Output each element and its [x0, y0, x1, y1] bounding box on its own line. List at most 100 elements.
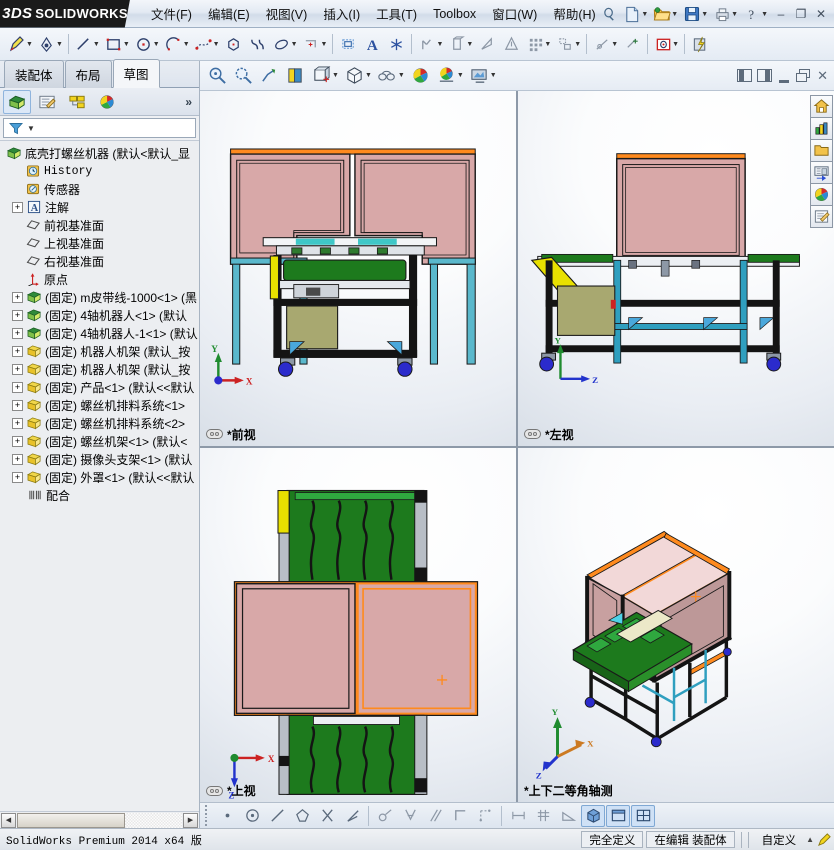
help-dropdown-icon[interactable]: ▼ — [761, 11, 768, 18]
help-question-icon[interactable]: ? — [741, 3, 763, 25]
expand-plus-icon[interactable]: + — [12, 471, 23, 483]
save-icon[interactable] — [681, 3, 703, 25]
grid-display-icon[interactable] — [531, 805, 555, 827]
sketch-dropdown-icon[interactable]: ▼ — [26, 41, 33, 48]
view-settings-icon[interactable] — [467, 63, 492, 89]
move-dropdown-icon[interactable]: ▼ — [574, 41, 581, 48]
menu-view[interactable]: 视图(V) — [259, 1, 315, 26]
hscroll-thumb[interactable] — [17, 812, 125, 828]
polygon-icon[interactable] — [222, 31, 246, 57]
menu-insert[interactable]: 插入(I) — [316, 1, 367, 26]
tree-item[interactable]: + A 注解 — [2, 198, 199, 216]
relations-dropdown-icon[interactable]: ▼ — [436, 41, 443, 48]
expand-plus-icon[interactable]: + — [12, 453, 23, 465]
expand-plus-icon[interactable]: + — [12, 327, 23, 339]
tree-item[interactable]: + (固定) 外罩<1> (默认<<默认 — [2, 468, 199, 486]
section-view-icon[interactable] — [283, 63, 308, 89]
tree-item[interactable]: + (固定) 4轴机器人<1> (默认 — [2, 306, 199, 324]
new-document-dropdown-icon[interactable]: ▼ — [641, 11, 648, 18]
single-view-icon[interactable] — [606, 804, 630, 827]
previous-view-icon[interactable] — [257, 63, 282, 89]
filter-dropdown-icon[interactable]: ▼ — [27, 124, 35, 133]
tree-item[interactable]: ⌐上视基准面 — [2, 234, 199, 252]
four-view-icon[interactable] — [631, 804, 655, 827]
expand-plus-icon[interactable]: + — [12, 363, 23, 375]
view-settings-dropdown-icon[interactable]: ▼ — [490, 72, 497, 79]
expand-plus-icon[interactable]: + — [12, 399, 23, 411]
display-style-icon[interactable] — [342, 63, 367, 89]
custom-properties-icon[interactable] — [809, 205, 833, 228]
point-snap-icon[interactable] — [215, 805, 239, 827]
view-orientation-icon[interactable] — [309, 63, 334, 89]
status-units[interactable]: 自定义 — [752, 832, 807, 848]
expand-plus-icon[interactable]: + — [12, 201, 23, 213]
expand-plus-icon[interactable]: + — [12, 291, 23, 303]
save-dropdown-icon[interactable]: ▼ — [701, 11, 708, 18]
sketch-fillet-icon[interactable] — [246, 31, 270, 57]
tree-item[interactable]: ⌐History — [2, 162, 199, 180]
parallel-snap-icon[interactable] — [423, 805, 447, 827]
horizontal-vertical-snap-icon[interactable] — [448, 805, 472, 827]
feature-manager-tree-icon[interactable] — [3, 89, 31, 114]
display-manager-icon[interactable] — [93, 90, 121, 114]
tab-assembly[interactable]: 装配体 — [4, 60, 64, 88]
minimize-button[interactable]: – — [772, 5, 790, 23]
tile-left-icon[interactable] — [737, 69, 753, 82]
tab-layout[interactable]: 布局 — [64, 60, 112, 88]
feature-filter-bar[interactable]: ▼ — [3, 118, 196, 138]
menu-toolbox[interactable]: Toolbox — [426, 4, 483, 24]
menu-tools[interactable]: 工具(T) — [369, 1, 424, 26]
line-dropdown-icon[interactable]: ▼ — [93, 41, 100, 48]
pattern-dropdown-icon[interactable]: ▼ — [544, 41, 551, 48]
convert-entities-icon[interactable] — [499, 31, 523, 57]
rectangle-dropdown-icon[interactable]: ▼ — [123, 41, 130, 48]
menu-file[interactable]: 文件(F) — [144, 1, 199, 26]
repair-dropdown-icon[interactable]: ▼ — [466, 41, 473, 48]
angle-measure-icon[interactable] — [556, 805, 580, 827]
tree-item[interactable]: + (固定) m皮带线-1000<1> (黑 — [2, 288, 199, 306]
tangent-snap-icon[interactable] — [373, 805, 397, 827]
center-point-icon[interactable] — [240, 805, 264, 827]
tab-sketch[interactable]: 草图 — [112, 59, 160, 88]
spline-dropdown-icon[interactable]: ▼ — [213, 41, 220, 48]
tree-item[interactable]: ⌐右视基准面 — [2, 252, 199, 270]
display-state-dropdown-icon[interactable]: ▼ — [672, 41, 679, 48]
dimension-dropdown-icon[interactable]: ▼ — [56, 41, 63, 48]
tree-item[interactable]: + (固定) 螺丝机排料系统<2> — [2, 414, 199, 432]
rapid-sketch-icon[interactable] — [620, 31, 644, 57]
tree-item[interactable]: + (固定) 机器人机架 (默认_按 — [2, 342, 199, 360]
view-palette-icon[interactable] — [809, 161, 833, 184]
view-orientation-dropdown-icon[interactable]: ▼ — [332, 72, 339, 79]
minimize-viewport-icon[interactable] — [777, 69, 791, 83]
property-manager-icon[interactable] — [33, 90, 61, 114]
tile-right-icon[interactable] — [757, 69, 773, 82]
intersection-snap-icon[interactable] — [315, 805, 339, 827]
dimension-snap-icon[interactable] — [506, 805, 530, 827]
point-icon[interactable] — [384, 31, 408, 57]
file-explorer-folder-icon[interactable] — [809, 139, 833, 162]
line-snap-icon[interactable] — [265, 805, 289, 827]
expand-plus-icon[interactable]: + — [12, 417, 23, 429]
zoom-to-area-icon[interactable] — [231, 63, 256, 89]
expand-plus-icon[interactable]: + — [12, 345, 23, 357]
tree-item[interactable]: + (固定) 产品<1> (默认<<默认 — [2, 378, 199, 396]
sw-resources-home-icon[interactable] — [809, 95, 833, 118]
scroll-right-button[interactable]: ▶ — [183, 812, 198, 828]
pin-icon[interactable] — [598, 3, 620, 25]
expand-panel-chevron-icon[interactable]: » — [185, 95, 192, 109]
insert-text-icon[interactable]: A — [360, 31, 384, 57]
shaded-display-icon[interactable] — [581, 804, 605, 827]
menu-window[interactable]: 窗口(W) — [485, 1, 544, 26]
apply-scene-icon[interactable] — [434, 63, 459, 89]
tree-item[interactable]: + (固定) 4轴机器人-1<1> (默认 — [2, 324, 199, 342]
expand-plus-icon[interactable]: + — [12, 309, 23, 321]
open-document-icon[interactable] — [651, 3, 673, 25]
ellipse-dropdown-icon[interactable]: ▼ — [291, 41, 298, 48]
offset-entities-icon[interactable] — [336, 31, 360, 57]
tree-item[interactable]: + (固定) 机器人机架 (默认_按 — [2, 360, 199, 378]
restore-button[interactable]: ❐ — [792, 5, 810, 23]
scene-dropdown-icon[interactable]: ▼ — [457, 72, 464, 79]
tree-item[interactable]: ⌐前视基准面 — [2, 216, 199, 234]
angle-snap-icon[interactable] — [340, 805, 364, 827]
feature-tree-hscrollbar[interactable]: ◀ ▶ — [0, 811, 199, 828]
